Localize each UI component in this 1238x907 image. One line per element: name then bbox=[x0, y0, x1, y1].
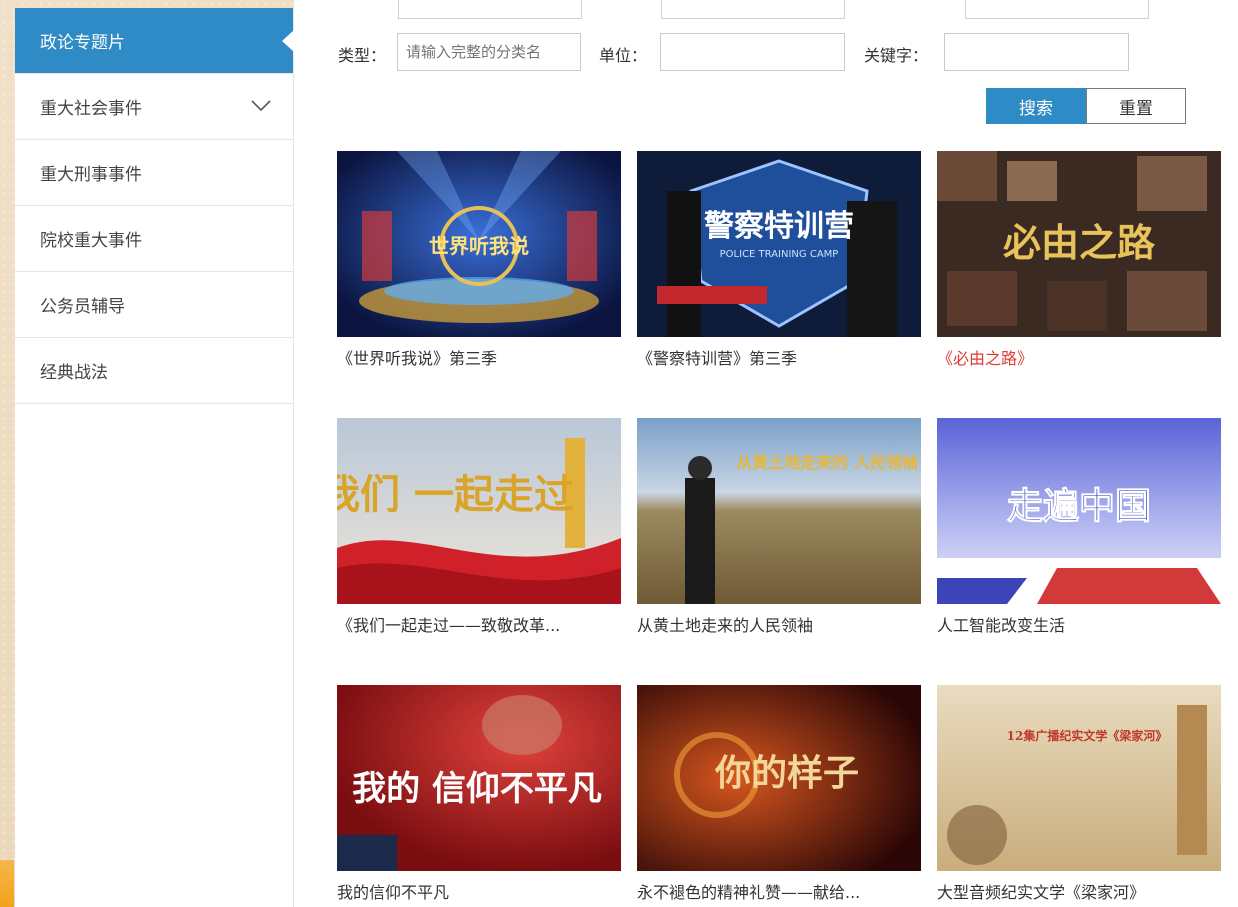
video-thumbnail[interactable]: 12集广播纪实文学《梁家河》 bbox=[937, 685, 1221, 871]
sidebar-item-label: 重大刑事事件 bbox=[40, 165, 142, 185]
video-card[interactable]: 警察特训营 POLICE TRAINING CAMP 《警察特训营》第三季 bbox=[637, 151, 921, 369]
sidebar-item-label: 公务员辅导 bbox=[40, 297, 125, 317]
video-thumbnail[interactable]: 警察特训营 POLICE TRAINING CAMP bbox=[637, 151, 921, 337]
video-title[interactable]: 从黄土地走来的人民领袖 bbox=[637, 612, 921, 636]
video-thumbnail[interactable]: 你的样子 bbox=[637, 685, 921, 871]
type-input[interactable] bbox=[397, 33, 581, 71]
unit-input[interactable] bbox=[660, 33, 845, 71]
video-title[interactable]: 大型音频纪实文学《梁家河》 bbox=[937, 879, 1221, 903]
sidebar-item-label: 院校重大事件 bbox=[40, 231, 142, 251]
video-thumbnail[interactable]: 我们 一起走过 bbox=[337, 418, 621, 604]
filter-input-above-2[interactable] bbox=[661, 0, 845, 19]
video-title[interactable]: 人工智能改变生活 bbox=[937, 612, 1221, 636]
thumbnail-title-text: 必由之路 bbox=[1003, 220, 1156, 265]
thumbnail-title-text: 从黄土地走来的 人民领袖 bbox=[736, 453, 918, 472]
sidebar: 政论专题片 重大社会事件 重大刑事事件 院校重大事件 公务员辅导 经典战法 bbox=[15, 8, 294, 907]
main-content: 类型： 单位： 关键字： 搜索 重置 世界听我说 bbox=[294, 0, 1238, 907]
video-card[interactable]: 走遍中国 人工智能改变生活 bbox=[937, 418, 1221, 636]
video-title[interactable]: 《必由之路》 bbox=[937, 345, 1221, 369]
thumbnail-title-text: 12集广播纪实文学《梁家河》 bbox=[1007, 728, 1168, 743]
thumbnail-subtitle-text: POLICE TRAINING CAMP bbox=[720, 249, 839, 260]
sidebar-item-classic-tactics[interactable]: 经典战法 bbox=[15, 338, 293, 404]
sidebar-item-major-criminal-events[interactable]: 重大刑事事件 bbox=[15, 140, 293, 206]
video-card[interactable]: 我们 一起走过 《我们一起走过——致敬改革... bbox=[337, 418, 621, 636]
thumbnail-title-text: 世界听我说 bbox=[429, 234, 529, 258]
sidebar-item-label: 经典战法 bbox=[40, 363, 108, 383]
sidebar-item-label: 政论专题片 bbox=[40, 33, 125, 53]
video-thumbnail[interactable]: 走遍中国 bbox=[937, 418, 1221, 604]
page-corner-decoration bbox=[0, 860, 14, 907]
thumbnail-title-text: 我的 信仰不平凡 bbox=[352, 769, 602, 809]
video-title[interactable]: 《警察特训营》第三季 bbox=[637, 345, 921, 369]
sidebar-item-campus-major-events[interactable]: 院校重大事件 bbox=[15, 206, 293, 272]
sidebar-item-civil-servant-tutoring[interactable]: 公务员辅导 bbox=[15, 272, 293, 338]
thumbnail-title-text: 我们 一起走过 bbox=[337, 471, 574, 518]
unit-label: 单位： bbox=[599, 46, 648, 65]
sidebar-item-political-documentary[interactable]: 政论专题片 bbox=[15, 8, 294, 74]
type-label: 类型： bbox=[338, 46, 387, 65]
video-thumbnail[interactable]: 从黄土地走来的 人民领袖 bbox=[637, 418, 921, 604]
video-card[interactable]: 我的 信仰不平凡 我的信仰不平凡 bbox=[337, 685, 621, 903]
video-card[interactable]: 你的样子 永不褪色的精神礼赞——献给... bbox=[637, 685, 921, 903]
video-title[interactable]: 永不褪色的精神礼赞——献给... bbox=[637, 879, 921, 903]
sidebar-item-label: 重大社会事件 bbox=[40, 99, 142, 119]
video-title[interactable]: 《世界听我说》第三季 bbox=[337, 345, 621, 369]
keyword-label: 关键字： bbox=[864, 46, 929, 65]
video-card[interactable]: 必由之路 《必由之路》 bbox=[937, 151, 1221, 369]
filter-input-above-3[interactable] bbox=[965, 0, 1149, 19]
video-title[interactable]: 《我们一起走过——致敬改革... bbox=[337, 612, 621, 636]
video-card[interactable]: 12集广播纪实文学《梁家河》 大型音频纪实文学《梁家河》 bbox=[937, 685, 1221, 903]
video-title[interactable]: 我的信仰不平凡 bbox=[337, 879, 621, 903]
filter-input-above-1[interactable] bbox=[398, 0, 582, 19]
thumbnail-title-text: 你的样子 bbox=[714, 752, 859, 794]
thumbnail-title-text: 走遍中国 bbox=[1007, 486, 1151, 527]
video-thumbnail[interactable]: 我的 信仰不平凡 bbox=[337, 685, 621, 871]
keyword-input[interactable] bbox=[944, 33, 1129, 71]
thumbnail-title-text: 警察特训营 bbox=[704, 209, 854, 244]
search-button[interactable]: 搜索 bbox=[986, 88, 1086, 124]
video-card[interactable]: 世界听我说 《世界听我说》第三季 bbox=[337, 151, 621, 369]
video-thumbnail[interactable]: 必由之路 bbox=[937, 151, 1221, 337]
reset-button[interactable]: 重置 bbox=[1086, 88, 1186, 124]
sidebar-item-major-social-events[interactable]: 重大社会事件 bbox=[15, 74, 293, 140]
video-card[interactable]: 从黄土地走来的 人民领袖 从黄土地走来的人民领袖 bbox=[637, 418, 921, 636]
video-thumbnail[interactable]: 世界听我说 bbox=[337, 151, 621, 337]
chevron-down-icon[interactable] bbox=[251, 100, 271, 112]
